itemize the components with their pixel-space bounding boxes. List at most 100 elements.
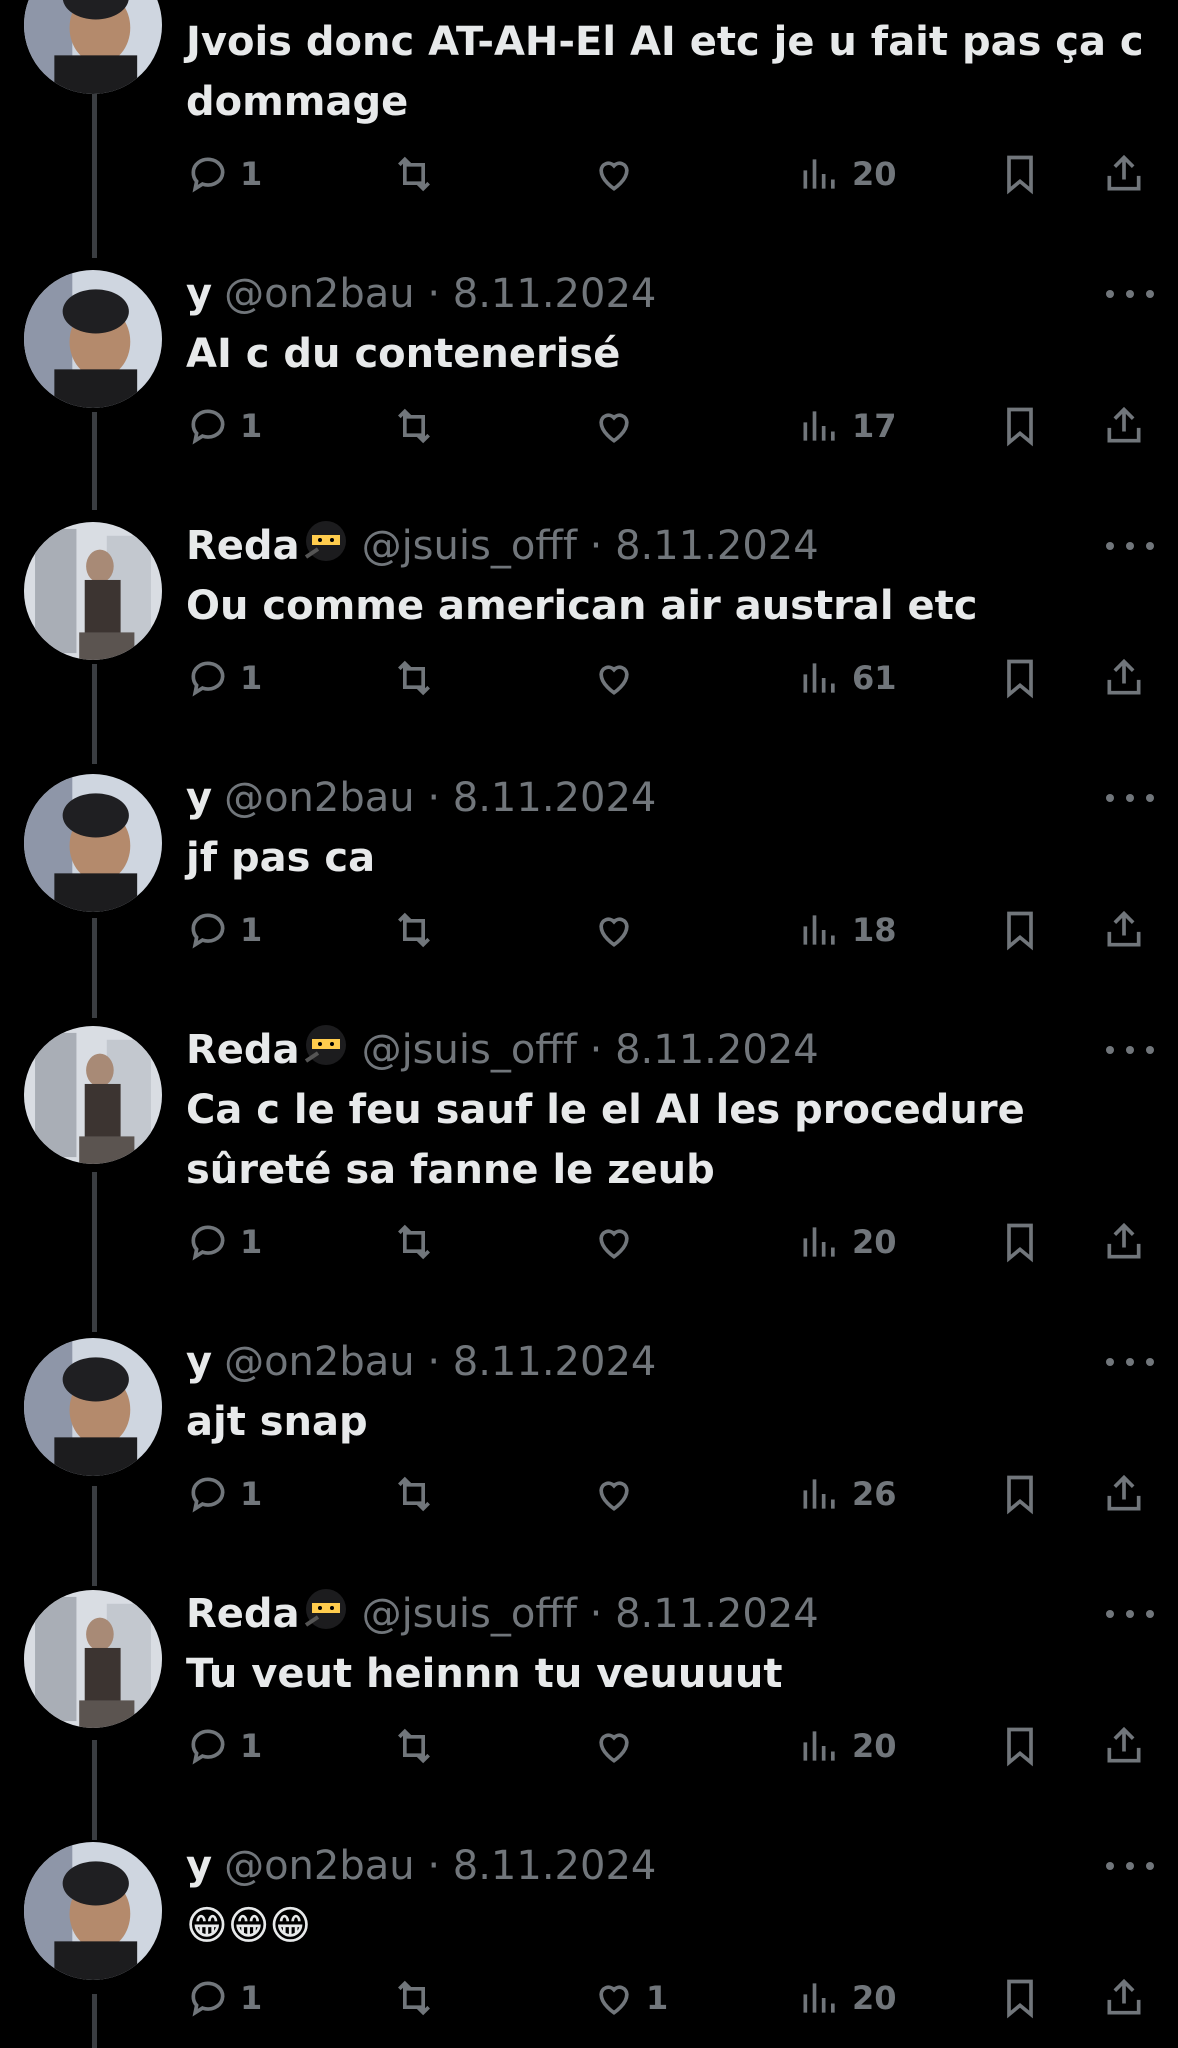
display-name[interactable]: Reda [186, 1027, 300, 1073]
views-button[interactable]: 18 [798, 902, 897, 958]
share-button[interactable] [1102, 398, 1146, 454]
reply-button[interactable]: 1 [186, 398, 262, 454]
like-button[interactable] [592, 902, 646, 958]
share-button[interactable] [1102, 1718, 1146, 1774]
reply-icon [191, 157, 225, 193]
like-button[interactable] [592, 1466, 646, 1522]
bookmark-button[interactable] [998, 650, 1042, 706]
views-button[interactable]: 61 [798, 650, 897, 706]
display-name[interactable]: y [186, 775, 212, 821]
share-icon [1107, 658, 1141, 695]
reply-button[interactable]: 1 [186, 902, 262, 958]
like-button[interactable] [592, 398, 646, 454]
tweet-header: y @on2bau · 8.11.2024 [186, 775, 657, 821]
display-name[interactable]: y [186, 1843, 212, 1889]
reply-button[interactable]: 1 [186, 1970, 262, 2026]
bookmark-button[interactable] [998, 1466, 1042, 1522]
avatar[interactable] [24, 1842, 162, 1980]
share-button[interactable] [1102, 650, 1146, 706]
thread-line [92, 664, 97, 764]
share-button[interactable] [1102, 146, 1146, 202]
share-icon [1107, 406, 1141, 443]
like-button[interactable] [592, 146, 646, 202]
retweet-button[interactable] [392, 1970, 436, 2026]
timestamp[interactable]: 8.11.2024 [615, 523, 819, 569]
reply-count: 1 [240, 1727, 263, 1765]
more-button[interactable] [1106, 1854, 1154, 1878]
view-count: 20 [852, 155, 897, 193]
avatar[interactable] [24, 1590, 162, 1728]
share-icon [1107, 1726, 1141, 1763]
handle[interactable]: @on2bau [224, 271, 415, 317]
share-icon [1107, 1222, 1141, 1259]
more-button[interactable] [1106, 282, 1154, 306]
like-button[interactable]: 1 [592, 1970, 668, 2026]
timestamp[interactable]: 8.11.2024 [453, 1843, 657, 1889]
bookmark-button[interactable] [998, 1718, 1042, 1774]
like-button[interactable] [592, 650, 646, 706]
bookmark-button[interactable] [998, 1970, 1042, 2026]
timestamp[interactable]: 8.11.2024 [453, 1339, 657, 1385]
reply-button[interactable]: 1 [186, 1466, 262, 1522]
timestamp[interactable]: 8.11.2024 [453, 775, 657, 821]
share-button[interactable] [1102, 1214, 1146, 1270]
bookmark-button[interactable] [998, 146, 1042, 202]
avatar[interactable] [24, 1338, 162, 1476]
more-button[interactable] [1106, 1350, 1154, 1374]
timestamp[interactable]: 8.11.2024 [615, 1027, 819, 1073]
retweet-button[interactable] [392, 398, 436, 454]
retweet-button[interactable] [392, 1214, 436, 1270]
like-button[interactable] [592, 1214, 646, 1270]
display-name[interactable]: y [186, 271, 212, 317]
share-button[interactable] [1102, 1466, 1146, 1522]
retweet-button[interactable] [392, 902, 436, 958]
retweet-button[interactable] [392, 1718, 436, 1774]
handle[interactable]: @jsuis_offf [362, 523, 577, 569]
retweet-button[interactable] [392, 146, 436, 202]
reply-button[interactable]: 1 [186, 1718, 262, 1774]
avatar[interactable] [24, 270, 162, 408]
handle[interactable]: @jsuis_offf [362, 1591, 577, 1637]
views-button[interactable]: 20 [798, 1970, 897, 2026]
display-name[interactable]: Reda [186, 1591, 300, 1637]
views-button[interactable]: 20 [798, 1214, 897, 1270]
more-button[interactable] [1106, 1038, 1154, 1062]
bookmark-button[interactable] [998, 1214, 1042, 1270]
thread-line [92, 1994, 97, 2048]
avatar[interactable] [24, 1026, 162, 1164]
avatar[interactable] [24, 0, 162, 94]
views-button[interactable]: 20 [798, 1718, 897, 1774]
handle[interactable]: @jsuis_offf [362, 1027, 577, 1073]
more-button[interactable] [1106, 1602, 1154, 1626]
retweet-icon [398, 408, 430, 444]
share-button[interactable] [1102, 1970, 1146, 2026]
handle[interactable]: @on2bau [224, 1339, 415, 1385]
avatar[interactable] [24, 774, 162, 912]
retweet-button[interactable] [392, 650, 436, 706]
display-name[interactable]: Reda [186, 523, 300, 569]
bookmark-button[interactable] [998, 398, 1042, 454]
like-button[interactable] [592, 1718, 646, 1774]
timestamp[interactable]: 8.11.2024 [453, 271, 657, 317]
timestamp[interactable]: 8.11.2024 [615, 1591, 819, 1637]
handle[interactable]: @on2bau [224, 775, 415, 821]
heart-icon [599, 665, 629, 695]
views-icon [803, 663, 835, 693]
handle[interactable]: @on2bau [224, 1843, 415, 1889]
retweet-button[interactable] [392, 1466, 436, 1522]
reply-button[interactable]: 1 [186, 1214, 262, 1270]
reply-count: 1 [240, 407, 263, 445]
tweet-actions: 1 18 [186, 902, 1146, 958]
bookmark-button[interactable] [998, 902, 1042, 958]
avatar[interactable] [24, 522, 162, 660]
tweet-text: jf pas ca [186, 835, 376, 881]
reply-button[interactable]: 1 [186, 650, 262, 706]
views-button[interactable]: 26 [798, 1466, 897, 1522]
share-button[interactable] [1102, 902, 1146, 958]
views-button[interactable]: 17 [798, 398, 897, 454]
more-button[interactable] [1106, 786, 1154, 810]
display-name[interactable]: y [186, 1339, 212, 1385]
more-button[interactable] [1106, 534, 1154, 558]
reply-button[interactable]: 1 [186, 146, 262, 202]
views-button[interactable]: 20 [798, 146, 897, 202]
